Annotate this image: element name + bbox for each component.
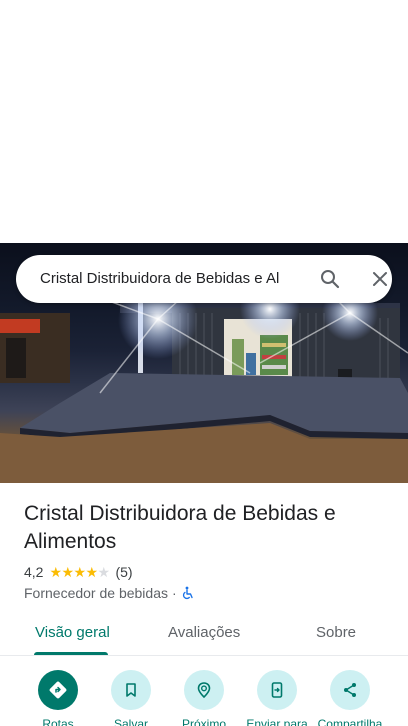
star-icon: ★ (97, 564, 111, 580)
save-button[interactable]: Salvar (93, 667, 169, 726)
star-icon: ★ (61, 564, 75, 580)
rating-value: 4,2 (24, 564, 44, 580)
tab-about[interactable]: Sobre (316, 624, 356, 641)
review-count[interactable]: (5) (115, 564, 132, 580)
directions-icon (38, 670, 78, 710)
place-title: Cristal Distribuidora de Bebidas e Alime… (24, 502, 336, 553)
nearby-button[interactable]: Próximo (166, 667, 242, 726)
separator: · (172, 585, 177, 601)
map-blank-area (0, 0, 408, 243)
send-to-phone-icon (257, 670, 297, 710)
directions-label: Rotas (42, 717, 74, 726)
action-bar: Rotas Salvar Próximo Enviar para Compart… (0, 667, 408, 726)
share-label: Compartilha (317, 717, 383, 726)
tab-reviews[interactable]: Avaliações (168, 624, 240, 641)
place-category[interactable]: Fornecedor de bebidas (24, 585, 168, 601)
bookmark-icon (111, 670, 151, 710)
nearby-label: Próximo (181, 717, 226, 726)
wheelchair-accessible-icon (181, 586, 195, 600)
save-label: Salvar (113, 717, 148, 726)
star-icon: ★ (49, 564, 63, 580)
nearby-icon (184, 670, 224, 710)
share-button[interactable]: Compartilha (312, 667, 388, 726)
category-row: Fornecedor de bebidas · (24, 584, 195, 602)
close-icon[interactable] (368, 267, 392, 291)
star-icon: ★ (73, 564, 87, 580)
search-icon[interactable] (318, 267, 342, 291)
rating-stars: ★ ★ ★ ★ ★ (49, 564, 111, 580)
active-tab-indicator (34, 652, 108, 655)
search-input[interactable]: Cristal Distribuidora de Bebidas e Al (40, 269, 302, 289)
rating-row[interactable]: 4,2 ★ ★ ★ ★ ★ (5) (24, 563, 133, 581)
search-bar[interactable]: Cristal Distribuidora de Bebidas e Al (16, 255, 392, 303)
star-icon: ★ (85, 564, 99, 580)
send-to-phone-label: Enviar para (246, 717, 308, 726)
tab-bar: Visão geral Avaliações Sobre (0, 612, 408, 656)
tab-overview[interactable]: Visão geral (35, 624, 110, 641)
send-to-phone-button[interactable]: Enviar para (239, 667, 315, 726)
directions-button[interactable]: Rotas (20, 667, 96, 726)
share-icon (330, 670, 370, 710)
